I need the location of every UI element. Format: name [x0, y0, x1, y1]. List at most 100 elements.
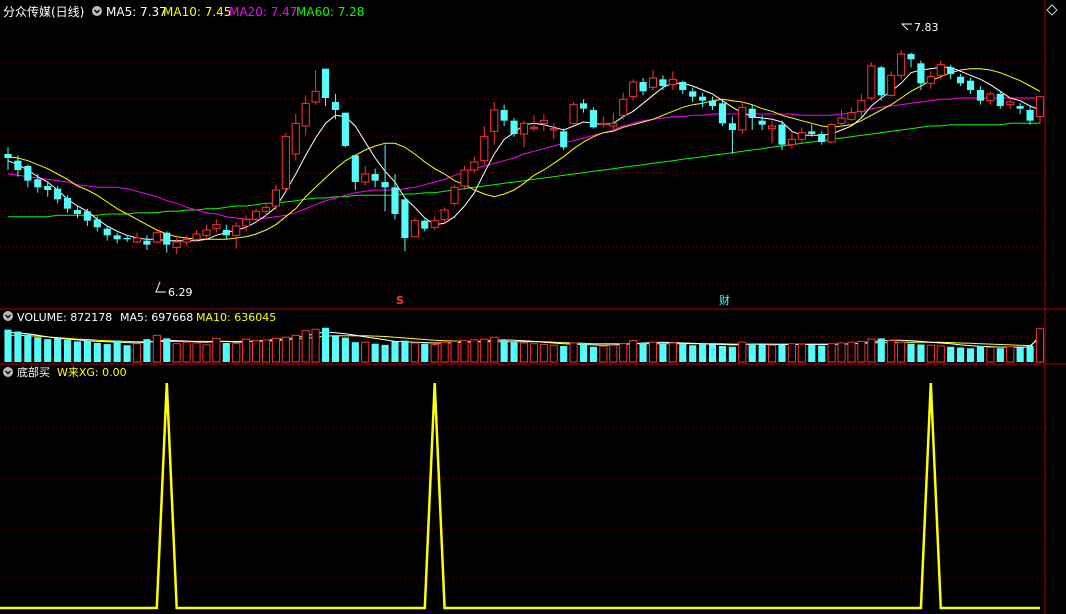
diamond-icon[interactable]	[1046, 4, 1058, 16]
candle-body-down	[163, 232, 171, 245]
candle	[1016, 103, 1024, 114]
volume-bar-down	[639, 342, 647, 362]
candle	[34, 174, 42, 193]
candle-body-up	[410, 220, 419, 238]
volume-bar-up	[172, 343, 181, 363]
volume-bar-up	[242, 338, 251, 363]
candle	[163, 231, 171, 253]
candle-body-up	[470, 161, 479, 171]
volume-bar-down	[93, 342, 101, 362]
collapse-icon[interactable]	[92, 6, 102, 16]
candle	[113, 232, 121, 244]
volume-bar-up	[539, 343, 548, 363]
candle-body-down	[73, 210, 82, 214]
candle	[867, 62, 876, 101]
volume-bar-up	[768, 344, 777, 363]
volume-bar-up	[440, 341, 449, 363]
candle-body-down	[1016, 106, 1024, 109]
volume-bar-up	[192, 342, 201, 363]
volume-bar-up	[460, 340, 469, 363]
volume-bar-down	[966, 348, 975, 362]
volume-bar-down	[1016, 347, 1024, 362]
volume-bar-down	[123, 345, 131, 362]
volume-bar-up	[490, 336, 499, 363]
volume-bar-down	[778, 344, 786, 362]
candle	[639, 78, 647, 96]
candle	[708, 96, 717, 110]
volume-bar-up	[271, 337, 280, 363]
candle-body-down	[44, 186, 52, 190]
candle-body-down	[500, 110, 508, 121]
volume-bar-up	[410, 342, 419, 363]
candle	[93, 216, 101, 232]
indicator-header: 底部买 W来XG: 0.00	[3, 365, 127, 379]
volume-bar-up	[281, 336, 290, 363]
candle	[936, 60, 945, 80]
ma5-label: MA5: 7.37	[106, 5, 167, 19]
volume-bar-up	[182, 341, 191, 363]
volume-bar-down	[500, 340, 508, 362]
candle-body-down	[957, 76, 965, 84]
candle-body-up	[797, 132, 806, 140]
candle-body-up	[668, 78, 677, 86]
volume-bar-down	[371, 343, 379, 362]
candle	[401, 199, 409, 252]
candle-body-down	[143, 240, 151, 245]
volume-bar-down	[510, 342, 518, 362]
candle	[926, 71, 935, 89]
candle-body-down	[560, 131, 568, 148]
candlesticks	[4, 50, 1045, 254]
candle-body-down	[966, 80, 975, 90]
candle-body-down	[728, 123, 736, 130]
candle-body-up	[986, 93, 995, 102]
candle	[291, 114, 300, 161]
candle-body-down	[123, 238, 131, 240]
candle-body-down	[708, 100, 717, 106]
volume-bar-down	[83, 340, 91, 362]
volume-bar-down	[957, 347, 965, 362]
candle	[699, 92, 707, 108]
volume-bar-down	[589, 346, 598, 362]
low-marker: 6.29	[155, 281, 193, 299]
candle-body-down	[103, 228, 111, 236]
volume-bar-up	[648, 341, 658, 363]
collapse-icon[interactable]	[3, 367, 13, 377]
candle	[599, 116, 608, 128]
candle	[718, 99, 727, 126]
candle-body-down	[718, 103, 727, 124]
volume-bar-down	[808, 344, 816, 362]
high-marker: 7.83	[900, 21, 939, 34]
candle	[679, 80, 687, 94]
candle	[450, 184, 459, 206]
volume-bar-up	[926, 344, 935, 363]
candle	[549, 123, 558, 140]
collapse-icon[interactable]	[3, 311, 13, 321]
volume-bar-down	[699, 343, 707, 362]
candle-body-up	[212, 224, 221, 230]
candle-body-up	[519, 122, 529, 135]
candle	[321, 68, 330, 106]
candle-body-up	[549, 128, 558, 131]
candle	[281, 132, 290, 192]
candle-body-up	[1035, 96, 1045, 118]
signal-panel	[0, 382, 1040, 610]
volume-bar-down	[1026, 346, 1034, 362]
ma10-label: MA10: 7.45	[163, 5, 231, 19]
candle-body-up	[609, 122, 618, 127]
chart-title: 分众传媒(日线)	[3, 4, 84, 19]
candle	[212, 219, 221, 233]
volume-bar-down	[54, 338, 62, 362]
candle-body-down	[83, 211, 91, 221]
candle-body-up	[599, 122, 608, 126]
candle	[132, 232, 142, 244]
candle-body-down	[679, 82, 687, 90]
candle-body-up	[281, 136, 290, 190]
volume-bar-down	[917, 344, 925, 362]
candle-body-up	[261, 206, 271, 212]
volume-bar-down	[4, 329, 12, 362]
event-cai-marker: 财	[719, 293, 730, 307]
volume-bar-up	[867, 338, 876, 363]
candle	[361, 166, 370, 186]
candle	[103, 226, 111, 241]
candle	[1026, 106, 1034, 125]
